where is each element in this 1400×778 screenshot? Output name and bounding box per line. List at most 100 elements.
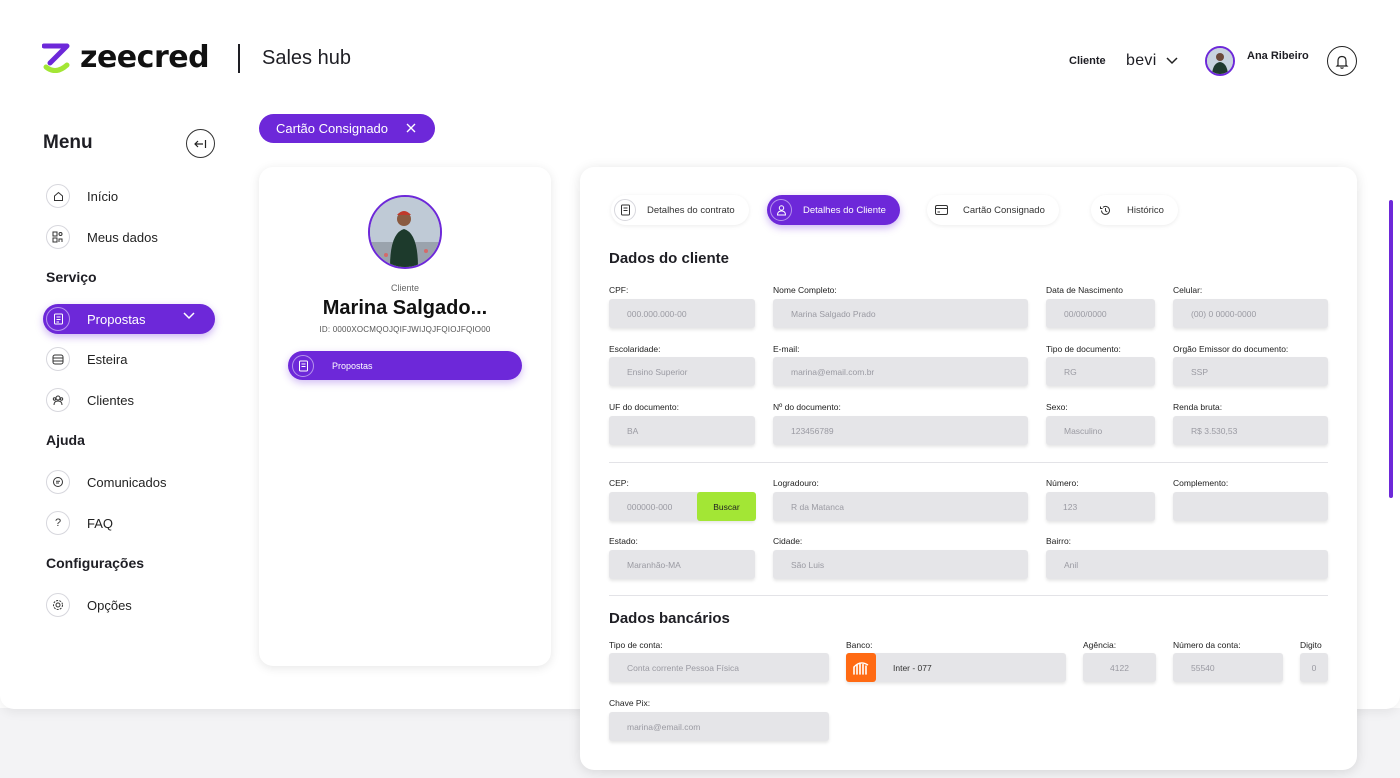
field-label: Banco: xyxy=(846,640,873,650)
client-selector[interactable]: bevi xyxy=(1120,46,1184,76)
notifications-button[interactable] xyxy=(1327,46,1357,76)
birthdate-field[interactable]: 00/00/0000 xyxy=(1046,299,1155,328)
bank-field[interactable]: Inter - 077 xyxy=(846,653,1066,682)
state-field[interactable]: Maranhão-MA xyxy=(609,550,755,579)
sidebar-item-esteira[interactable]: Esteira xyxy=(43,344,215,374)
field-label: Orgão Emissor do documento: xyxy=(1173,344,1289,354)
field-label: Número da conta: xyxy=(1173,640,1241,650)
collapse-menu-button[interactable] xyxy=(186,129,215,158)
brand-name: zeecred xyxy=(80,40,210,75)
user-icon xyxy=(770,199,792,221)
field-label: CEP: xyxy=(609,478,629,488)
history-icon xyxy=(1094,199,1116,221)
agency-field[interactable]: 4122 xyxy=(1083,653,1156,682)
gross-income-field[interactable]: R$ 3.530,53 xyxy=(1173,416,1328,445)
user-avatar[interactable] xyxy=(1205,46,1235,76)
sidebar-item-opcoes[interactable]: Opções xyxy=(43,590,215,620)
field-label: Estado: xyxy=(609,536,638,546)
close-icon[interactable] xyxy=(405,122,417,134)
section-dados-cliente: Dados do cliente xyxy=(609,250,730,267)
sidebar-item-clientes[interactable]: Clientes xyxy=(43,385,215,415)
section-divider xyxy=(609,462,1328,463)
field-label: Tipo de conta: xyxy=(609,640,663,650)
tab-cartao-consignado[interactable]: Cartão Consignado xyxy=(927,195,1059,225)
address-number-field[interactable]: 123 xyxy=(1046,492,1155,521)
document-number-field[interactable]: 123456789 xyxy=(773,416,1028,445)
client-id: ID: 0000XOCMQOJQIFJWIJQJFQIOJFQIO00 xyxy=(319,325,491,334)
bell-icon xyxy=(1335,55,1349,69)
field-label: Número: xyxy=(1046,478,1079,488)
tab-label: Cartão Consignado xyxy=(963,204,1045,216)
field-label: Data de Nascimento xyxy=(1046,285,1124,295)
sidebar-section-servico: Serviço xyxy=(46,269,97,285)
inter-bank-logo-icon xyxy=(846,653,876,682)
propostas-button[interactable]: Propostas xyxy=(288,351,522,380)
client-selector-label: Cliente xyxy=(1069,55,1106,67)
profile-data-icon xyxy=(46,225,70,249)
field-label: E-mail: xyxy=(773,344,800,354)
pix-key-field[interactable]: marina@email.com xyxy=(609,712,829,741)
filter-chip[interactable]: Cartão Consignado xyxy=(259,114,435,143)
client-name: Marina Salgado... xyxy=(322,297,488,319)
field-label: UF do documento: xyxy=(609,402,679,412)
email-field[interactable]: marina@email.com.br xyxy=(773,357,1028,386)
sidebar-item-label: Esteira xyxy=(87,351,128,367)
tab-detalhes-cliente[interactable]: Detalhes do Cliente xyxy=(767,195,900,225)
header-divider xyxy=(238,44,240,73)
field-label: Complemento: xyxy=(1173,478,1229,488)
scrollbar[interactable] xyxy=(1389,200,1393,498)
search-cep-button[interactable]: Buscar xyxy=(697,492,756,521)
sidebar-item-label: Meus dados xyxy=(87,229,158,245)
chat-icon xyxy=(46,470,70,494)
field-label: CPF: xyxy=(609,285,629,295)
field-label: Cidade: xyxy=(773,536,803,546)
user-name: Ana Ribeiro xyxy=(1247,50,1309,62)
tab-label: Histórico xyxy=(1127,204,1164,216)
chevron-down-icon xyxy=(1166,57,1178,65)
field-label: Renda bruta: xyxy=(1173,402,1223,412)
issuing-agency-field[interactable]: SSP xyxy=(1173,357,1328,386)
field-label: Nome Completo: xyxy=(773,285,837,295)
tab-historico[interactable]: Histórico xyxy=(1091,195,1178,225)
field-label: Bairro: xyxy=(1046,536,1072,546)
account-digit-field[interactable]: 0 xyxy=(1300,653,1328,682)
propostas-button-label: Propostas xyxy=(332,360,373,371)
sidebar-item-meus-dados[interactable]: Meus dados xyxy=(43,222,215,252)
account-number-field[interactable]: 55540 xyxy=(1173,653,1283,682)
section-divider xyxy=(609,595,1328,596)
education-field[interactable]: Ensino Superior xyxy=(609,357,755,386)
sidebar-item-propostas[interactable]: Propostas xyxy=(43,304,215,334)
full-name-field[interactable]: Marina Salgado Prado xyxy=(773,299,1028,328)
field-label: Nº do documento: xyxy=(773,402,841,412)
sidebar-section-ajuda: Ajuda xyxy=(46,432,85,448)
sidebar-item-label: Opções xyxy=(87,597,132,613)
field-label: Sexo: xyxy=(1046,402,1068,412)
document-type-field[interactable]: RG xyxy=(1046,357,1155,386)
sidebar-item-label: Comunicados xyxy=(87,474,167,490)
field-label: Escolaridade: xyxy=(609,344,661,354)
street-field[interactable]: R da Matanca xyxy=(773,492,1028,521)
neighborhood-field[interactable]: Anil xyxy=(1046,550,1328,579)
brand-logo[interactable]: zeecred xyxy=(41,40,210,75)
sidebar-item-label: FAQ xyxy=(87,515,114,531)
section-dados-bancarios: Dados bancários xyxy=(609,610,730,627)
filter-chip-label: Cartão Consignado xyxy=(276,121,389,136)
tab-detalhes-contrato[interactable]: Detalhes do contrato xyxy=(611,195,749,225)
document-state-field[interactable]: BA xyxy=(609,416,755,445)
sidebar-item-label: Início xyxy=(87,188,119,204)
city-field[interactable]: São Luis xyxy=(773,550,1028,579)
cpf-field[interactable]: 000.000.000-00 xyxy=(609,299,755,328)
sidebar-item-faq[interactable]: ? FAQ xyxy=(43,508,215,538)
account-type-field[interactable]: Conta corrente Pessoa Física xyxy=(609,653,829,682)
complement-field[interactable] xyxy=(1173,492,1328,521)
sidebar-item-inicio[interactable]: Início xyxy=(43,181,215,211)
users-icon xyxy=(46,388,70,412)
phone-field[interactable]: (00) 0 0000-0000 xyxy=(1173,299,1328,328)
credit-card-icon xyxy=(930,199,952,221)
sidebar-section-configuracoes: Configurações xyxy=(46,555,145,571)
gender-field[interactable]: Masculino xyxy=(1046,416,1155,445)
client-selector-value: bevi xyxy=(1126,52,1157,69)
sidebar-item-comunicados[interactable]: Comunicados xyxy=(43,467,215,497)
app-title: Sales hub xyxy=(262,47,351,69)
field-label: Logradouro: xyxy=(773,478,819,488)
